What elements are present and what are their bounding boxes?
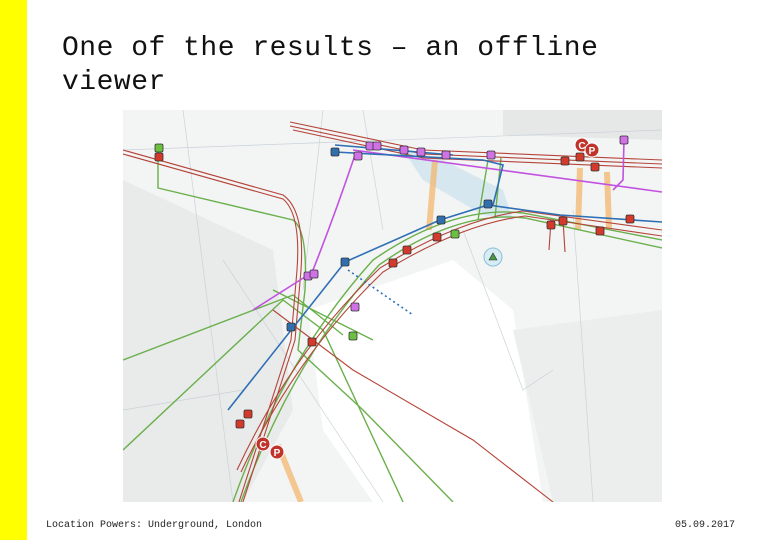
- blue-node-marker[interactable]: [340, 257, 350, 267]
- red-node-marker[interactable]: [575, 152, 585, 162]
- map-block: [123, 180, 293, 502]
- magenta-node-marker[interactable]: [486, 150, 496, 160]
- red-node-marker[interactable]: [595, 226, 605, 236]
- red-node-marker[interactable]: [558, 216, 568, 226]
- map-canvas[interactable]: C PCP: [123, 110, 662, 502]
- magenta-node-marker[interactable]: [372, 141, 382, 151]
- magenta-node-marker[interactable]: [309, 269, 319, 279]
- magenta-node-marker[interactable]: [353, 151, 363, 161]
- red-node-marker[interactable]: [307, 337, 317, 347]
- magenta-node-marker[interactable]: [399, 145, 409, 155]
- marker-glyph: P: [589, 146, 596, 157]
- red-node-marker[interactable]: [432, 232, 442, 242]
- red-node-marker[interactable]: [560, 156, 570, 166]
- red-node-marker[interactable]: [235, 419, 245, 429]
- magenta-node-marker[interactable]: [619, 135, 629, 145]
- marker-glyph: C: [259, 440, 266, 451]
- magenta-node-marker[interactable]: [416, 147, 426, 157]
- blue-node-marker[interactable]: [436, 215, 446, 225]
- map-block: [503, 110, 662, 140]
- red-node-marker[interactable]: [154, 152, 164, 162]
- red-node-marker[interactable]: [243, 409, 253, 419]
- green-node-marker[interactable]: [348, 331, 358, 341]
- red-node-marker[interactable]: [625, 214, 635, 224]
- green-node-marker[interactable]: [450, 229, 460, 239]
- red-node-marker[interactable]: [546, 220, 556, 230]
- map-view[interactable]: CPCP: [123, 110, 662, 502]
- magenta-node-marker[interactable]: [350, 302, 360, 312]
- red-node-marker[interactable]: [402, 245, 412, 255]
- red-node-marker[interactable]: [388, 258, 398, 268]
- blue-node-marker[interactable]: [286, 322, 296, 332]
- red-node-marker[interactable]: [590, 162, 600, 172]
- slide-title: One of the results – an offline viewer: [62, 33, 599, 98]
- footer-date: 05.09.2017: [674, 520, 735, 531]
- yellow-accent-bar: [0, 0, 27, 540]
- green-node-marker[interactable]: [154, 143, 164, 153]
- marker-glyph: P: [274, 448, 281, 459]
- blue-node-marker[interactable]: [330, 147, 340, 157]
- blue-node-marker[interactable]: [483, 199, 493, 209]
- magenta-node-marker[interactable]: [441, 150, 451, 160]
- footer-left: Location Powers: Underground, London: [46, 520, 263, 531]
